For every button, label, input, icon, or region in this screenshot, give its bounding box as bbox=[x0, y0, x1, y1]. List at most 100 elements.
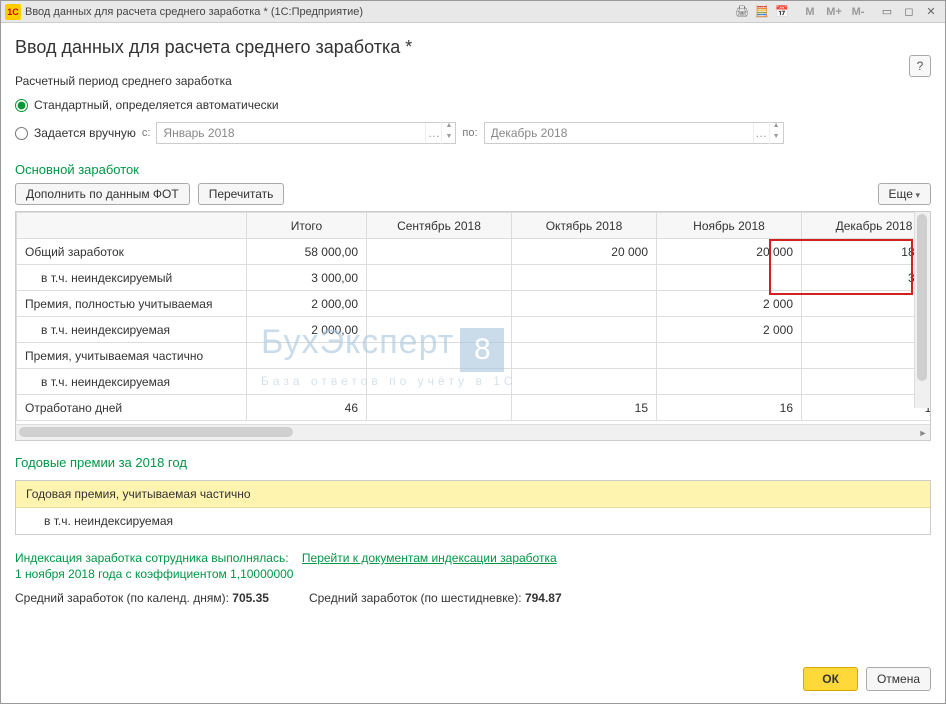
annual-table[interactable]: Годовая премия, учитываемая частично в т… bbox=[15, 480, 931, 535]
radio-auto[interactable] bbox=[15, 99, 28, 112]
period-from-spinner[interactable]: ▲▼ bbox=[441, 122, 455, 144]
cell-itogo[interactable]: 58 000,00 bbox=[247, 239, 367, 265]
fill-from-fot-button[interactable]: Дополнить по данным ФОТ bbox=[15, 183, 190, 205]
help-button[interactable]: ? bbox=[909, 55, 931, 77]
col-m4-header: Декабрь 2018 bbox=[802, 213, 931, 239]
recalc-button[interactable]: Перечитать bbox=[198, 183, 285, 205]
cell-m1[interactable] bbox=[367, 369, 512, 395]
titlebar: 1C Ввод данных для расчета среднего зара… bbox=[1, 1, 945, 23]
horizontal-scrollbar[interactable]: ◄ ► bbox=[16, 424, 930, 440]
table-row[interactable]: в т.ч. неиндексируемый3 000,00 3 000 bbox=[17, 265, 931, 291]
cell-m2[interactable] bbox=[512, 343, 657, 369]
cell-m2[interactable] bbox=[512, 369, 657, 395]
memory-m-button[interactable]: M bbox=[799, 4, 821, 20]
cell-m2[interactable]: 20 000 bbox=[512, 239, 657, 265]
cell-m1[interactable] bbox=[367, 291, 512, 317]
cell-m1[interactable] bbox=[367, 239, 512, 265]
cell-m3[interactable] bbox=[657, 343, 802, 369]
radio-manual-row[interactable]: Задается вручную с: … ▲▼ по: … ▲▼ bbox=[15, 122, 931, 144]
cell-m3[interactable] bbox=[657, 265, 802, 291]
cell-m1[interactable] bbox=[367, 343, 512, 369]
table-row[interactable]: Отработано дней46 151615 bbox=[17, 395, 931, 421]
cell-itogo[interactable]: 46 bbox=[247, 395, 367, 421]
cell-m3[interactable]: 2 000 bbox=[657, 317, 802, 343]
period-to-field[interactable]: … ▲▼ bbox=[484, 122, 784, 144]
memory-mplus-button[interactable]: M+ bbox=[823, 4, 845, 20]
cell-m2[interactable] bbox=[512, 265, 657, 291]
cell-m4[interactable] bbox=[802, 317, 931, 343]
cell-m4[interactable] bbox=[802, 343, 931, 369]
print-icon[interactable]: 🖨 bbox=[733, 4, 751, 20]
cell-m4[interactable]: 18 000 bbox=[802, 239, 931, 265]
cell-m4[interactable] bbox=[802, 291, 931, 317]
app-window: 1C Ввод данных для расчета среднего зара… bbox=[0, 0, 946, 704]
radio-auto-row[interactable]: Стандартный, определяется автоматически bbox=[15, 98, 931, 112]
row-label[interactable]: Отработано дней bbox=[17, 395, 247, 421]
col-m3-header: Ноябрь 2018 bbox=[657, 213, 802, 239]
minimize-button[interactable]: ▭ bbox=[877, 4, 897, 20]
cell-m3[interactable]: 2 000 bbox=[657, 291, 802, 317]
cell-m4[interactable]: 15 bbox=[802, 395, 931, 421]
cell-m1[interactable] bbox=[367, 317, 512, 343]
cell-itogo[interactable]: 2 000,00 bbox=[247, 291, 367, 317]
row-label[interactable]: Премия, учитываемая частично bbox=[17, 343, 247, 369]
main-earnings-toolbar: Дополнить по данным ФОТ Перечитать Еще bbox=[15, 183, 931, 205]
indexation-block: Индексация заработка сотрудника выполнял… bbox=[15, 551, 931, 581]
table-row[interactable]: Премия, учитываемая частично bbox=[17, 343, 931, 369]
cell-m4[interactable] bbox=[802, 369, 931, 395]
cell-m4[interactable]: 3 000 bbox=[802, 265, 931, 291]
calc-icon[interactable]: 🧮 bbox=[753, 4, 771, 20]
cell-itogo[interactable]: 3 000,00 bbox=[247, 265, 367, 291]
table-row[interactable]: в т.ч. неиндексируемая bbox=[17, 369, 931, 395]
period-to-spinner[interactable]: ▲▼ bbox=[769, 122, 783, 144]
row-label[interactable]: в т.ч. неиндексируемая bbox=[17, 369, 247, 395]
app-icon: 1C bbox=[5, 4, 21, 20]
avg-six-label: Средний заработок (по шестидневке): bbox=[309, 591, 522, 605]
row-label[interactable]: в т.ч. неиндексируемый bbox=[17, 265, 247, 291]
row-label[interactable]: Премия, полностью учитываемая bbox=[17, 291, 247, 317]
period-from-input[interactable] bbox=[157, 123, 425, 143]
ok-button[interactable]: ОК bbox=[803, 667, 858, 691]
page-title: Ввод данных для расчета среднего заработ… bbox=[15, 37, 931, 58]
period-from-field[interactable]: … ▲▼ bbox=[156, 122, 456, 144]
table-row[interactable]: в т.ч. неиндексируемая2 000,00 2 000 bbox=[17, 317, 931, 343]
table-row[interactable]: Премия, полностью учитываемая2 000,00 2 0… bbox=[17, 291, 931, 317]
calendar-icon[interactable]: 📅 bbox=[773, 4, 791, 20]
cell-m2[interactable] bbox=[512, 291, 657, 317]
period-to-input[interactable] bbox=[485, 123, 753, 143]
cell-m3[interactable] bbox=[657, 369, 802, 395]
memory-mminus-button[interactable]: M- bbox=[847, 4, 869, 20]
content-area: Ввод данных для расчета среднего заработ… bbox=[1, 23, 945, 657]
footer-buttons: ОК Отмена bbox=[1, 657, 945, 703]
indexation-link[interactable]: Перейти к документам индексации заработк… bbox=[302, 551, 557, 565]
cell-m3[interactable]: 20 000 bbox=[657, 239, 802, 265]
more-button[interactable]: Еще bbox=[878, 183, 931, 205]
maximize-button[interactable]: ◻ bbox=[899, 4, 919, 20]
cancel-button[interactable]: Отмена bbox=[866, 667, 931, 691]
cell-m3[interactable]: 16 bbox=[657, 395, 802, 421]
row-label[interactable]: в т.ч. неиндексируемая bbox=[17, 317, 247, 343]
cell-itogo[interactable] bbox=[247, 369, 367, 395]
annual-row-1-label: Годовая премия, учитываемая частично bbox=[26, 487, 652, 501]
row-label[interactable]: Общий заработок bbox=[17, 239, 247, 265]
avg-six-value: 794.87 bbox=[525, 591, 562, 605]
radio-manual[interactable] bbox=[15, 127, 28, 140]
cell-m1[interactable] bbox=[367, 265, 512, 291]
table-row[interactable]: Общий заработок58 000,0020 00020 00018 0… bbox=[17, 239, 931, 265]
cell-itogo[interactable] bbox=[247, 343, 367, 369]
annual-row-2[interactable]: в т.ч. неиндексируемая bbox=[16, 508, 930, 534]
annual-row-2-label: в т.ч. неиндексируемая bbox=[44, 514, 173, 528]
earnings-table[interactable]: Итого Сентябрь 2018 Октябрь 2018 Ноябрь … bbox=[16, 212, 930, 421]
radio-manual-label: Задается вручную bbox=[34, 126, 136, 140]
cell-m1[interactable] bbox=[367, 395, 512, 421]
vertical-scrollbar[interactable] bbox=[914, 212, 930, 408]
period-from-picker-icon[interactable]: … bbox=[425, 123, 441, 143]
period-to-picker-icon[interactable]: … bbox=[753, 123, 769, 143]
cell-m2[interactable]: 15 bbox=[512, 395, 657, 421]
to-label: по: bbox=[462, 127, 477, 139]
main-earnings-heading: Основной заработок bbox=[15, 162, 931, 177]
close-button[interactable]: ✕ bbox=[921, 4, 941, 20]
cell-m2[interactable] bbox=[512, 317, 657, 343]
annual-row-1[interactable]: Годовая премия, учитываемая частично bbox=[16, 481, 930, 508]
cell-itogo[interactable]: 2 000,00 bbox=[247, 317, 367, 343]
